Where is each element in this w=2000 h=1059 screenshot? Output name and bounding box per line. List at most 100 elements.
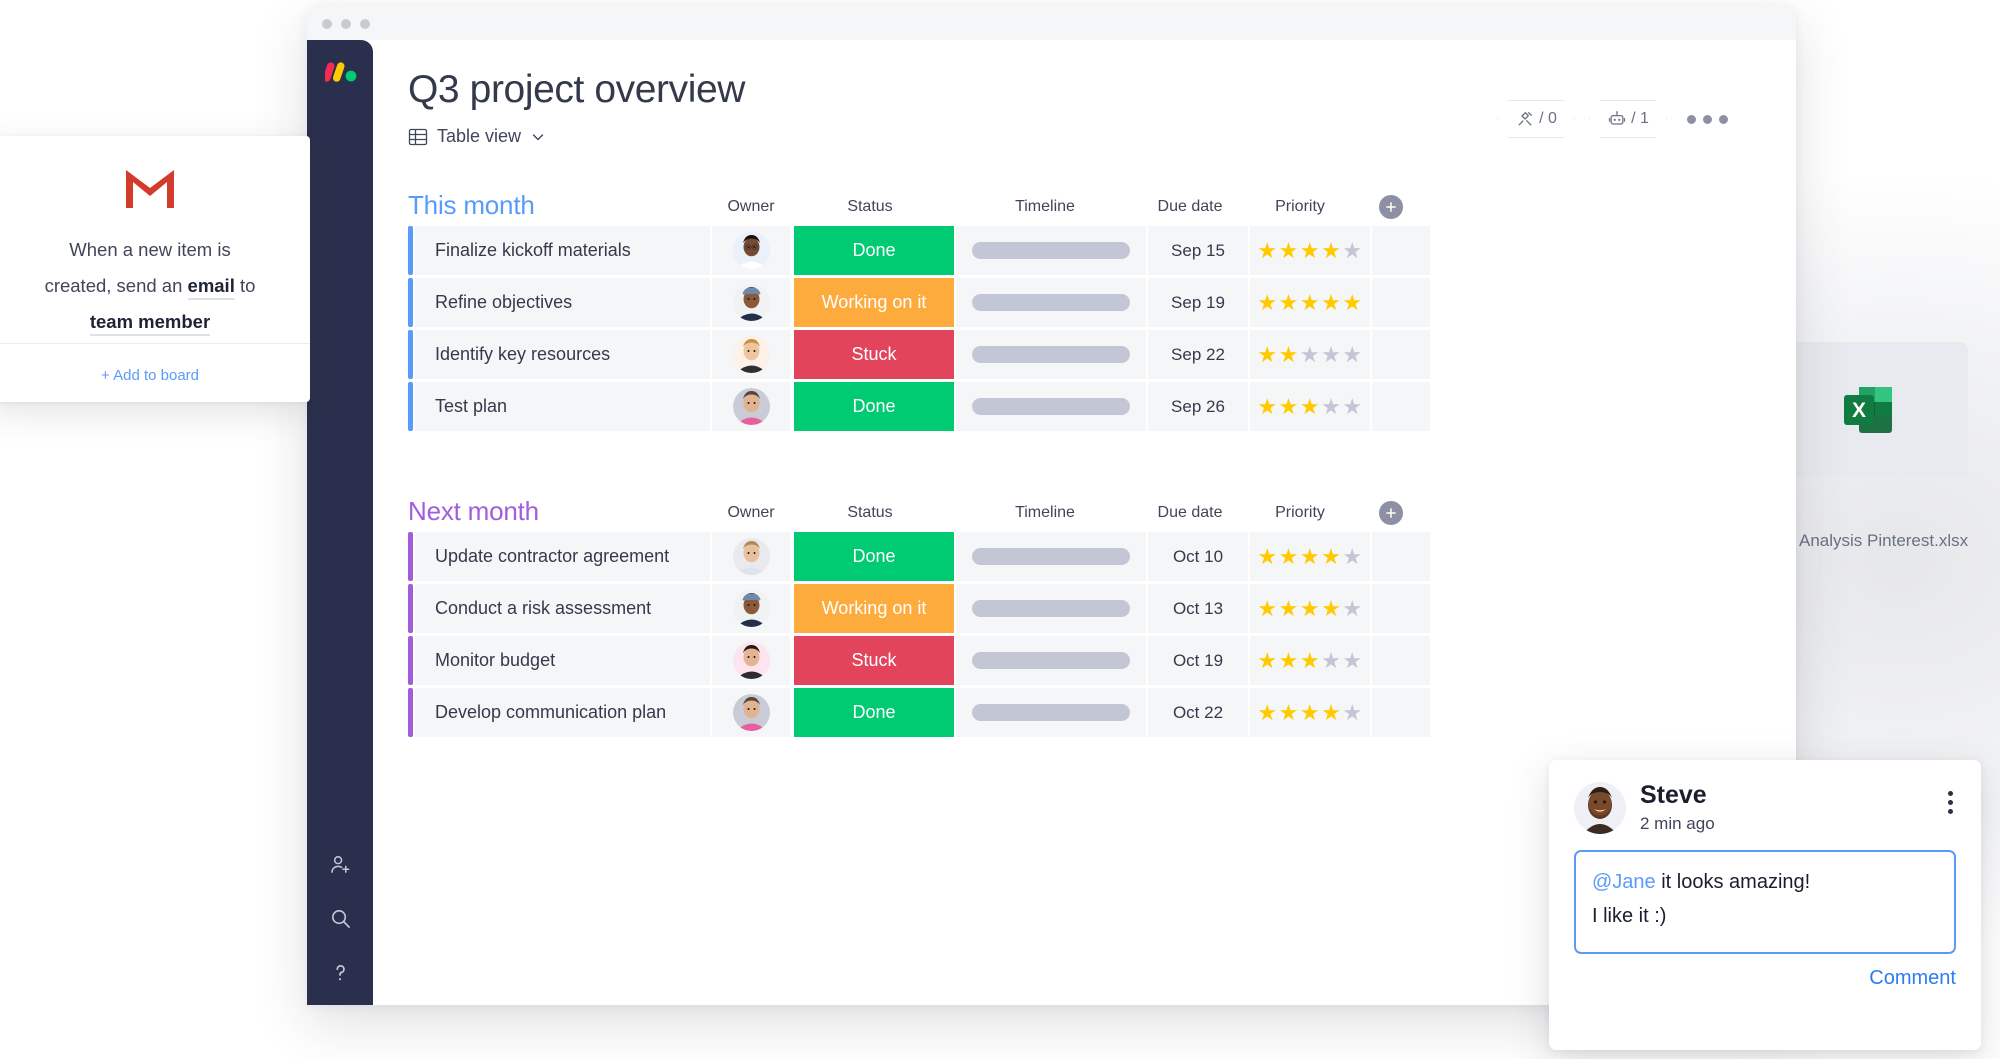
priority-star[interactable]: ★	[1300, 291, 1320, 314]
priority-star[interactable]: ★	[1321, 343, 1341, 366]
timeline-cell[interactable]	[956, 584, 1146, 633]
due-date-cell[interactable]: Oct 19	[1148, 636, 1248, 685]
due-date-cell[interactable]: Sep 26	[1148, 382, 1248, 431]
comment-card[interactable]: Steve 2 min ago @Jane it looks amazing! …	[1549, 760, 1981, 1050]
column-header-status[interactable]: Status	[790, 198, 950, 216]
due-date-cell[interactable]: Sep 19	[1148, 278, 1248, 327]
priority-star[interactable]: ★	[1257, 545, 1277, 568]
add-to-board-link[interactable]: + Add to board	[0, 367, 310, 384]
table-row[interactable]: Finalize kickoff materials Done Sep 15 ★ ★ ★…	[408, 226, 1796, 275]
table-row[interactable]: Test plan Done Sep 26 ★ ★ ★ ★ ★	[408, 382, 1796, 431]
priority-star[interactable]: ★	[1257, 649, 1277, 672]
add-column-button[interactable]	[1379, 195, 1403, 219]
priority-star[interactable]: ★	[1342, 239, 1362, 262]
priority-star[interactable]: ★	[1257, 239, 1277, 262]
priority-star[interactable]: ★	[1342, 649, 1362, 672]
priority-star[interactable]: ★	[1321, 649, 1341, 672]
priority-star[interactable]: ★	[1300, 239, 1320, 262]
priority-cell[interactable]: ★ ★ ★ ★ ★	[1250, 382, 1370, 431]
window-close-dot[interactable]	[322, 19, 332, 29]
priority-star[interactable]: ★	[1279, 291, 1299, 314]
table-row[interactable]: Refine objectives Working on it Sep 19 ★ ★ ★…	[408, 278, 1796, 327]
timeline-cell[interactable]	[956, 688, 1146, 737]
column-header-timeline[interactable]: Timeline	[950, 198, 1140, 216]
add-column-button[interactable]	[1379, 501, 1403, 525]
column-header-due-date[interactable]: Due date	[1140, 504, 1240, 522]
priority-star[interactable]: ★	[1279, 343, 1299, 366]
priority-star[interactable]: ★	[1321, 545, 1341, 568]
priority-star[interactable]: ★	[1279, 545, 1299, 568]
owner-cell[interactable]	[712, 278, 790, 327]
timeline-cell[interactable]	[956, 330, 1146, 379]
task-name-cell[interactable]: Monitor budget	[415, 636, 710, 685]
priority-star[interactable]: ★	[1300, 597, 1320, 620]
window-minimize-dot[interactable]	[341, 19, 351, 29]
priority-star[interactable]: ★	[1342, 701, 1362, 724]
priority-cell[interactable]: ★ ★ ★ ★ ★	[1250, 688, 1370, 737]
priority-star[interactable]: ★	[1257, 343, 1277, 366]
priority-cell[interactable]: ★ ★ ★ ★ ★	[1250, 532, 1370, 581]
more-options-button[interactable]	[1681, 109, 1734, 130]
priority-star[interactable]: ★	[1342, 343, 1362, 366]
timeline-cell[interactable]	[956, 636, 1146, 685]
column-header-priority[interactable]: Priority	[1240, 198, 1360, 216]
priority-star[interactable]: ★	[1257, 701, 1277, 724]
status-cell[interactable]: Working on it	[794, 278, 954, 327]
priority-star[interactable]: ★	[1342, 291, 1362, 314]
monday-logo[interactable]	[322, 60, 357, 84]
timeline-cell[interactable]	[956, 382, 1146, 431]
help-icon[interactable]	[327, 959, 353, 985]
timeline-cell[interactable]	[956, 532, 1146, 581]
priority-star[interactable]: ★	[1342, 395, 1362, 418]
priority-star[interactable]: ★	[1321, 395, 1341, 418]
due-date-cell[interactable]: Sep 15	[1148, 226, 1248, 275]
status-cell[interactable]: Done	[794, 226, 954, 275]
timeline-cell[interactable]	[956, 226, 1146, 275]
table-row[interactable]: Identify key resources Stuck Sep 22 ★ ★ ★ ★ ★	[408, 330, 1796, 379]
priority-star[interactable]: ★	[1300, 395, 1320, 418]
task-name-cell[interactable]: Test plan	[415, 382, 710, 431]
column-header-owner[interactable]: Owner	[712, 504, 790, 522]
window-controls[interactable]	[322, 19, 370, 29]
task-name-cell[interactable]: Conduct a risk assessment	[415, 584, 710, 633]
due-date-cell[interactable]: Oct 10	[1148, 532, 1248, 581]
window-maximize-dot[interactable]	[360, 19, 370, 29]
owner-cell[interactable]	[712, 532, 790, 581]
due-date-cell[interactable]: Sep 22	[1148, 330, 1248, 379]
task-name-cell[interactable]: Refine objectives	[415, 278, 710, 327]
status-cell[interactable]: Done	[794, 532, 954, 581]
priority-cell[interactable]: ★ ★ ★ ★ ★	[1250, 278, 1370, 327]
comment-submit-button[interactable]: Comment	[1574, 967, 1956, 990]
integrations-badge[interactable]: / 0	[1497, 100, 1575, 138]
priority-star[interactable]: ★	[1342, 545, 1362, 568]
task-name-cell[interactable]: Update contractor agreement	[415, 532, 710, 581]
mention-token[interactable]: @Jane	[1592, 871, 1656, 893]
table-row[interactable]: Update contractor agreement Done Oct 10 ★ ★…	[408, 532, 1796, 581]
search-icon[interactable]	[327, 905, 353, 931]
owner-cell[interactable]	[712, 382, 790, 431]
column-header-due-date[interactable]: Due date	[1140, 198, 1240, 216]
task-name-cell[interactable]: Finalize kickoff materials	[415, 226, 710, 275]
column-header-timeline[interactable]: Timeline	[950, 504, 1140, 522]
priority-star[interactable]: ★	[1321, 597, 1341, 620]
excel-file-card[interactable]: X	[1768, 342, 1968, 477]
owner-cell[interactable]	[712, 636, 790, 685]
gmail-automation-card[interactable]: When a new item is created, send an emai…	[0, 136, 310, 402]
kebab-menu-icon[interactable]	[1945, 788, 1956, 817]
task-name-cell[interactable]: Develop communication plan	[415, 688, 710, 737]
priority-star[interactable]: ★	[1279, 395, 1299, 418]
automations-badge[interactable]: / 1	[1589, 100, 1667, 138]
priority-star[interactable]: ★	[1300, 545, 1320, 568]
priority-star[interactable]: ★	[1279, 239, 1299, 262]
column-header-priority[interactable]: Priority	[1240, 504, 1360, 522]
priority-star[interactable]: ★	[1257, 597, 1277, 620]
owner-cell[interactable]	[712, 330, 790, 379]
table-row[interactable]: Monitor budget Stuck Oct 19 ★ ★ ★ ★ ★	[408, 636, 1796, 685]
status-cell[interactable]: Stuck	[794, 636, 954, 685]
status-cell[interactable]: Stuck	[794, 330, 954, 379]
priority-star[interactable]: ★	[1321, 291, 1341, 314]
gmail-token-email[interactable]: email	[187, 275, 235, 300]
priority-star[interactable]: ★	[1300, 343, 1320, 366]
priority-star[interactable]: ★	[1321, 239, 1341, 262]
status-cell[interactable]: Done	[794, 688, 954, 737]
